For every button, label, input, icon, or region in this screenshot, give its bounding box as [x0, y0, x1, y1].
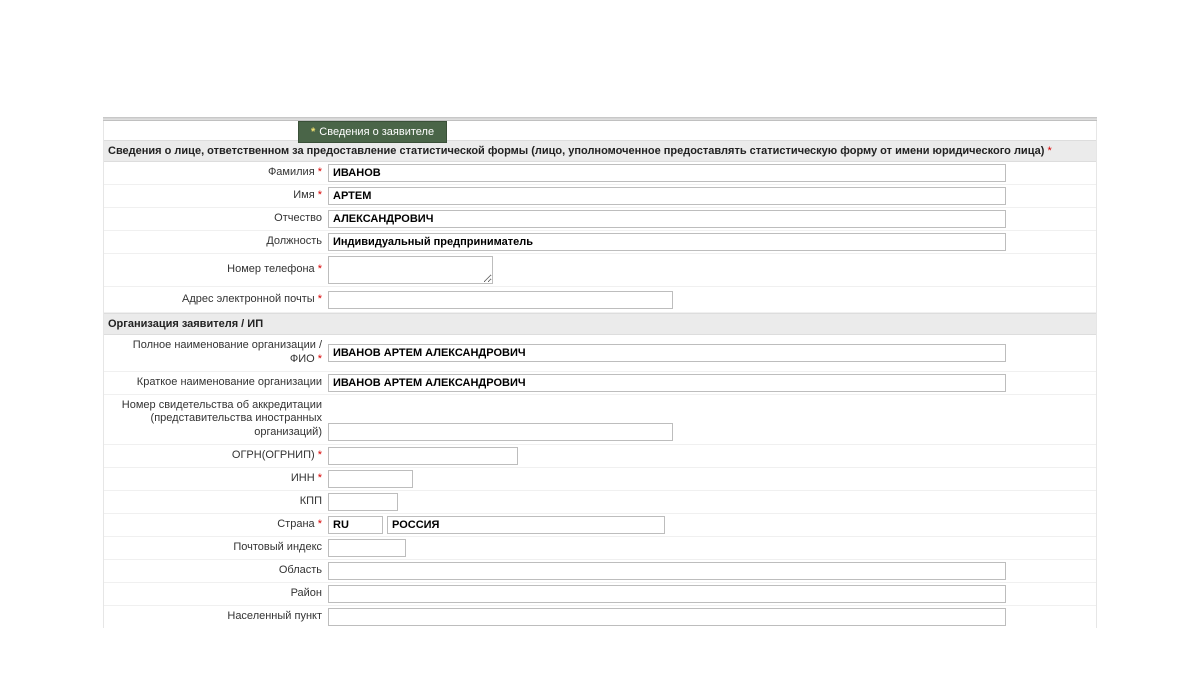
label-phone: Номер телефона * [104, 260, 328, 280]
section-organization: Организация заявителя / ИП [104, 313, 1096, 335]
section-responsible-person: Сведения о лице, ответственном за предос… [104, 140, 1096, 162]
label-position: Должность [104, 232, 328, 252]
row-inn: ИНН * [104, 468, 1096, 491]
label-district: Район [104, 584, 328, 604]
country-code-input[interactable] [328, 516, 383, 534]
full-name-input[interactable] [328, 344, 1006, 362]
row-city: Населенный пункт [104, 606, 1096, 628]
label-city: Населенный пункт [104, 607, 328, 627]
tab-applicant-info[interactable]: * Сведения о заявителе [298, 121, 447, 143]
required-icon: * [311, 126, 315, 138]
section-title-1: Сведения о лице, ответственном за предос… [108, 145, 1044, 157]
label-inn: ИНН * [104, 469, 328, 489]
row-name: Имя * [104, 185, 1096, 208]
patronymic-input[interactable] [328, 210, 1006, 228]
ogrn-input[interactable] [328, 447, 518, 465]
label-name: Имя * [104, 186, 328, 206]
row-ogrn: ОГРН(ОГРНИП) * [104, 445, 1096, 468]
label-email: Адрес электронной почты * [104, 290, 328, 310]
section-title-2: Организация заявителя / ИП [108, 318, 263, 330]
postcode-input[interactable] [328, 539, 406, 557]
name-input[interactable] [328, 187, 1006, 205]
label-surname: Фамилия * [104, 163, 328, 183]
position-input[interactable] [328, 233, 1006, 251]
label-kpp: КПП [104, 492, 328, 512]
inn-input[interactable] [328, 470, 413, 488]
label-region: Область [104, 561, 328, 581]
label-patronymic: Отчество [104, 209, 328, 229]
label-accreditation: Номер свидетельства об аккредитации (пре… [104, 396, 328, 443]
row-district: Район [104, 583, 1096, 606]
city-input[interactable] [328, 608, 1006, 626]
page-root: * Сведения о заявителе Сведения о лице, … [0, 0, 1200, 688]
accreditation-input[interactable] [328, 423, 673, 441]
row-postcode: Почтовый индекс [104, 537, 1096, 560]
row-position: Должность [104, 231, 1096, 254]
country-name-input[interactable] [387, 516, 665, 534]
row-country: Страна * [104, 514, 1096, 537]
email-input[interactable] [328, 291, 673, 309]
kpp-input[interactable] [328, 493, 398, 511]
region-input[interactable] [328, 562, 1006, 580]
row-full-name: Полное наименование организации / ФИО * [104, 335, 1096, 372]
row-phone: Номер телефона * [104, 254, 1096, 287]
label-full-name: Полное наименование организации / ФИО * [104, 336, 328, 370]
form-area: Сведения о лице, ответственном за предос… [103, 121, 1097, 628]
tab-label: Сведения о заявителе [319, 126, 434, 138]
district-input[interactable] [328, 585, 1006, 603]
label-postcode: Почтовый индекс [104, 538, 328, 558]
row-patronymic: Отчество [104, 208, 1096, 231]
row-region: Область [104, 560, 1096, 583]
label-short-name: Краткое наименование организации [104, 373, 328, 393]
row-kpp: КПП [104, 491, 1096, 514]
label-ogrn: ОГРН(ОГРНИП) * [104, 446, 328, 466]
short-name-input[interactable] [328, 374, 1006, 392]
row-accreditation: Номер свидетельства об аккредитации (пре… [104, 395, 1096, 445]
row-email: Адрес электронной почты * [104, 287, 1096, 313]
required-icon: * [1047, 145, 1051, 157]
row-short-name: Краткое наименование организации [104, 372, 1096, 395]
phone-input[interactable] [328, 256, 493, 284]
label-country: Страна * [104, 515, 328, 535]
surname-input[interactable] [328, 164, 1006, 182]
row-surname: Фамилия * [104, 162, 1096, 185]
